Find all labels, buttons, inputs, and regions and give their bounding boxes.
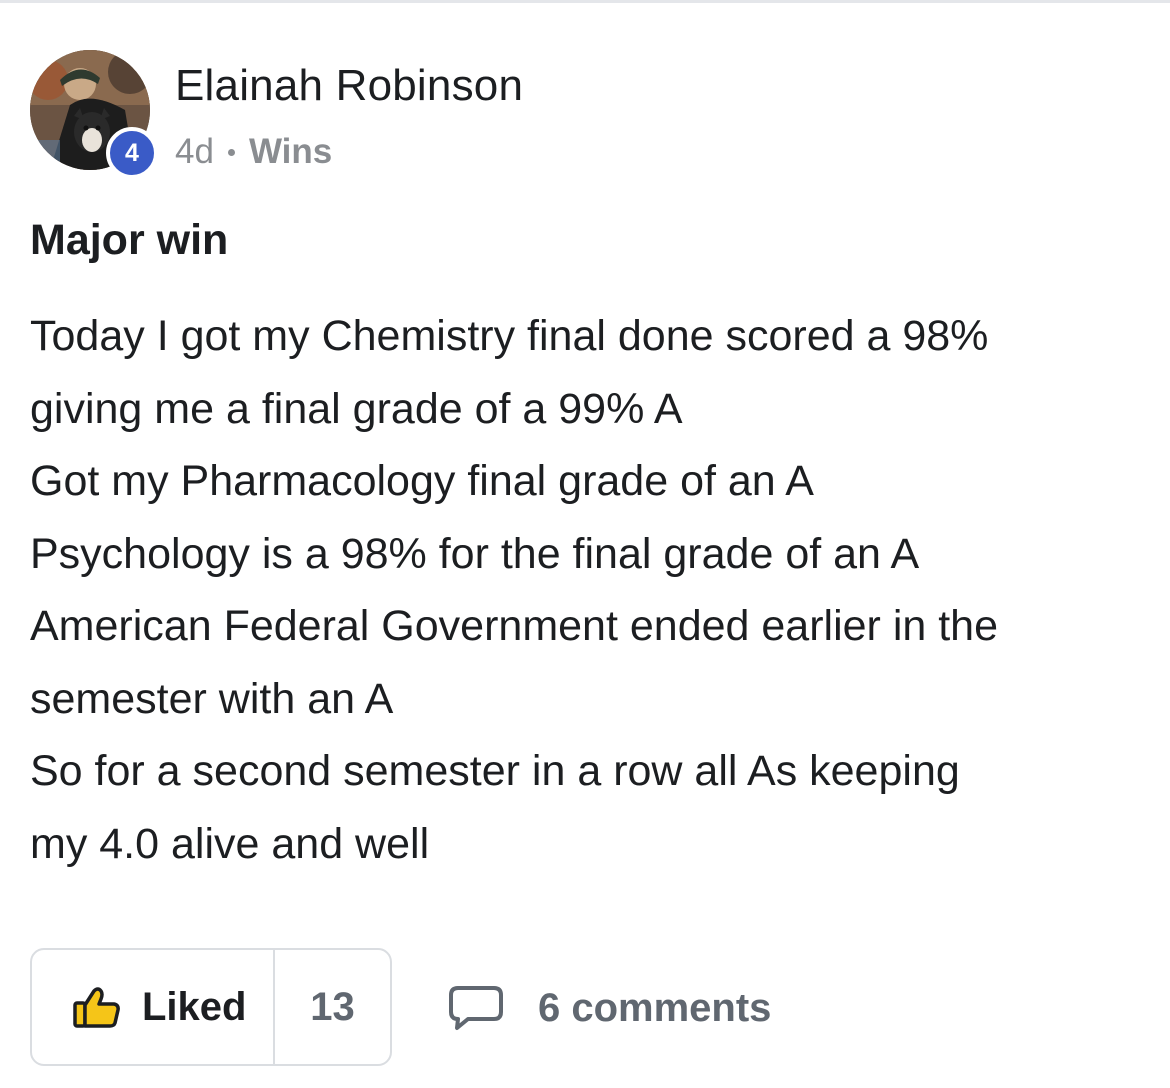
author-name[interactable]: Elainah Robinson: [175, 58, 523, 114]
post-body-line: my 4.0 alive and well: [30, 819, 430, 868]
post-title: Major win: [30, 216, 229, 264]
like-button[interactable]: Liked: [32, 950, 275, 1064]
post-body-line: So for a second semester in a row all As…: [30, 747, 960, 795]
post-body: Today I got my Chemistry final done scor…: [30, 300, 1140, 880]
level-badge: 4: [106, 127, 158, 179]
post-body-line: Psychology is a 98% for the final grade …: [30, 529, 920, 578]
post-card: 4 Elainah Robinson 4d Wins Major win Tod…: [0, 0, 1170, 1088]
post-body-line: American Federal Government ended earlie…: [30, 602, 999, 650]
meta-separator-dot: [227, 148, 235, 156]
post-category[interactable]: Wins: [249, 130, 332, 174]
comment-bubble-icon: [449, 986, 503, 1030]
like-label: Liked: [142, 984, 247, 1029]
post-body-line: Got my Pharmacology final grade of an A: [30, 457, 814, 505]
author-avatar-wrapper[interactable]: 4: [30, 50, 158, 179]
post-body-line: giving me a final grade of a 99% A: [30, 384, 683, 433]
post-body-line: semester with an A: [30, 674, 394, 723]
like-control: Liked 13: [30, 948, 392, 1066]
post-timestamp[interactable]: 4d: [175, 130, 214, 174]
thumbs-up-icon: [73, 987, 120, 1028]
like-count[interactable]: 13: [275, 950, 390, 1064]
post-body-line: Today I got my Chemistry final done scor…: [30, 312, 989, 360]
comments-label: 6 comments: [538, 985, 772, 1030]
comments-button[interactable]: 6 comments: [448, 980, 771, 1036]
post-meta: 4d Wins: [175, 130, 332, 174]
